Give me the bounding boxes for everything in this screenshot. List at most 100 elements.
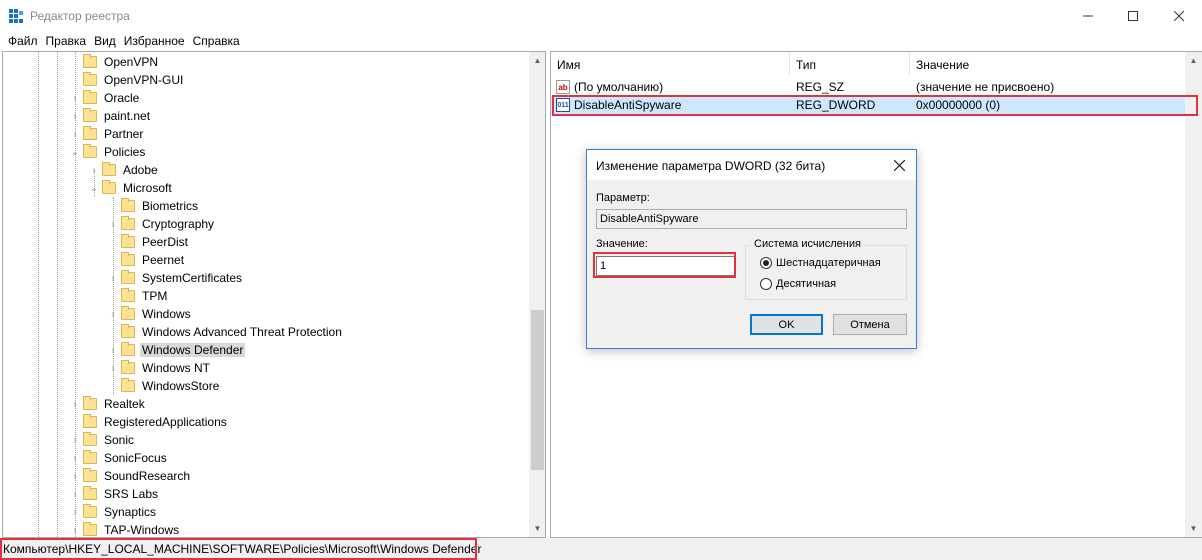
- cancel-button[interactable]: Отмена: [833, 314, 907, 335]
- tree-expander-icon[interactable]: ›: [107, 362, 119, 374]
- tree-expander-icon[interactable]: ›: [69, 506, 81, 518]
- tree-item[interactable]: › Windows NT: [107, 359, 212, 377]
- folder-icon: [121, 378, 135, 392]
- tree-item[interactable]: › SoundResearch: [69, 467, 192, 485]
- tree-item[interactable]: › paint.net: [69, 107, 152, 125]
- tree-item[interactable]: › SRS Labs: [69, 485, 160, 503]
- menu-edit[interactable]: Правка: [44, 32, 93, 51]
- tree-expander-icon[interactable]: [107, 380, 119, 392]
- tree-item[interactable]: Biometrics: [107, 197, 200, 215]
- tree-item[interactable]: › TAP-Windows: [69, 521, 181, 537]
- close-window-button[interactable]: [1156, 0, 1202, 32]
- tree-expander-icon[interactable]: ›: [69, 524, 81, 536]
- tree-item[interactable]: › Oracle: [69, 89, 141, 107]
- dialog-title-bar: Изменение параметра DWORD (32 бита): [587, 150, 916, 180]
- tree-item-label: Cryptography: [142, 217, 215, 231]
- maximize-icon: [1128, 11, 1138, 21]
- tree-expander-icon[interactable]: ›: [69, 470, 81, 482]
- tree-expander-icon[interactable]: [69, 416, 81, 428]
- tree-expander-icon[interactable]: [107, 200, 119, 212]
- tree-item[interactable]: OpenVPN-GUI: [69, 71, 185, 89]
- tree-item[interactable]: › SystemCertificates: [107, 269, 244, 287]
- tree-item[interactable]: › Adobe: [88, 161, 160, 179]
- tree-expander-icon[interactable]: ›: [69, 488, 81, 500]
- tree-expander-icon[interactable]: ›: [69, 434, 81, 446]
- tree-expander-icon[interactable]: ›: [69, 128, 81, 140]
- tree-expander-icon[interactable]: ›: [107, 308, 119, 320]
- tree-item[interactable]: › SonicFocus: [69, 449, 169, 467]
- radio-decimal[interactable]: Десятичная: [760, 278, 836, 290]
- menu-favorites[interactable]: Избранное: [122, 32, 191, 51]
- tree-item-label: RegisteredApplications: [104, 415, 227, 429]
- tree-item-label: SonicFocus: [104, 451, 167, 465]
- tree-item[interactable]: › Windows: [107, 305, 193, 323]
- tree-item[interactable]: Windows Advanced Threat Protection: [107, 323, 344, 341]
- tree-item[interactable]: › Synaptics: [69, 503, 158, 521]
- tree-expander-icon[interactable]: ›: [69, 398, 81, 410]
- dialog-close-button[interactable]: [888, 154, 910, 176]
- tree-item[interactable]: RegisteredApplications: [69, 413, 229, 431]
- tree-expander-icon[interactable]: ⌄: [69, 146, 81, 158]
- tree-item[interactable]: TPM: [107, 287, 169, 305]
- tree-item[interactable]: PeerDist: [107, 233, 190, 251]
- tree-item-label: OpenVPN: [104, 55, 159, 69]
- tree-item[interactable]: › Windows Defender: [107, 341, 246, 359]
- tree-expander-icon[interactable]: [69, 56, 81, 68]
- scroll-up-arrow-icon[interactable]: ▲: [529, 52, 545, 69]
- folder-icon: [83, 522, 97, 536]
- tree-expander-icon[interactable]: [107, 254, 119, 266]
- ok-button[interactable]: OK: [750, 314, 823, 335]
- tree-expander-icon[interactable]: [107, 236, 119, 248]
- tree-item[interactable]: ⌄ Policies: [69, 143, 147, 161]
- scroll-down-arrow-icon[interactable]: ▼: [1185, 520, 1202, 537]
- tree-expander-icon[interactable]: ›: [107, 272, 119, 284]
- tree-item[interactable]: ⌄ Microsoft: [88, 179, 174, 197]
- parameter-label: Параметр:: [596, 192, 650, 204]
- menu-help[interactable]: Справка: [191, 32, 246, 51]
- tree-scrollbar[interactable]: ▲ ▼: [529, 52, 545, 537]
- scroll-down-arrow-icon[interactable]: ▼: [529, 520, 545, 537]
- radio-unselected-icon: [760, 278, 772, 290]
- folder-icon: [83, 54, 97, 68]
- tree-expander-icon[interactable]: ›: [69, 452, 81, 464]
- folder-icon: [83, 486, 97, 500]
- tree-expander-icon[interactable]: [69, 74, 81, 86]
- tree-item[interactable]: › Sonic: [69, 431, 136, 449]
- tree-expander-icon[interactable]: [107, 290, 119, 302]
- list-scrollbar[interactable]: ▲ ▼: [1185, 52, 1202, 537]
- tree-expander-icon[interactable]: ⌄: [88, 182, 100, 194]
- tree-expander-icon[interactable]: ›: [107, 218, 119, 230]
- column-value[interactable]: Значение: [910, 52, 1185, 76]
- value-data: (значение не присвоено): [916, 80, 1055, 94]
- folder-icon: [83, 126, 97, 140]
- tree-expander-icon[interactable]: ›: [69, 92, 81, 104]
- tree-item[interactable]: Peernet: [107, 251, 186, 269]
- tree-item[interactable]: › Partner: [69, 125, 145, 143]
- tree-item[interactable]: OpenVPN: [69, 53, 160, 71]
- folder-icon: [83, 432, 97, 446]
- tree-item[interactable]: › Cryptography: [107, 215, 216, 233]
- column-type[interactable]: Тип: [790, 52, 910, 76]
- tree-expander-icon[interactable]: ›: [69, 110, 81, 122]
- scrollbar-thumb[interactable]: [531, 310, 544, 470]
- menu-view[interactable]: Вид: [92, 32, 122, 51]
- tree-expander-icon[interactable]: ›: [107, 344, 119, 356]
- column-name[interactable]: Имя: [551, 52, 790, 76]
- minimize-icon: [1083, 15, 1093, 17]
- folder-icon: [121, 324, 135, 338]
- tree-item[interactable]: WindowsStore: [107, 377, 221, 395]
- maximize-button[interactable]: [1110, 0, 1156, 32]
- tree-item-label: Oracle: [104, 91, 140, 105]
- dialog-title: Изменение параметра DWORD (32 бита): [596, 159, 826, 173]
- radio-selected-icon: [760, 257, 772, 269]
- tree-item-label: Windows NT: [142, 361, 211, 375]
- minimize-button[interactable]: [1065, 0, 1111, 32]
- value-row-default[interactable]: ab (По умолчанию) REG_SZ (значение не пр…: [551, 78, 1185, 96]
- menu-file[interactable]: Файл: [6, 32, 44, 51]
- tree-expander-icon[interactable]: [107, 326, 119, 338]
- close-icon: [893, 159, 905, 171]
- tree-expander-icon[interactable]: ›: [88, 164, 100, 176]
- tree-item[interactable]: › Realtek: [69, 395, 147, 413]
- radio-hexadecimal[interactable]: Шестнадцатеричная: [760, 257, 881, 269]
- scroll-up-arrow-icon[interactable]: ▲: [1185, 52, 1202, 69]
